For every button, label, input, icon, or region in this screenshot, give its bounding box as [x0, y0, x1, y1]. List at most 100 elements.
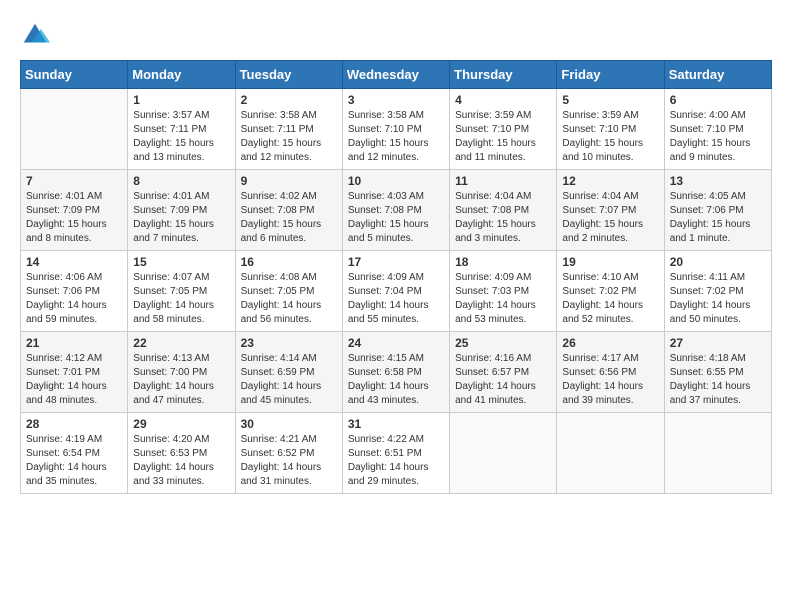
day-info: Sunrise: 4:01 AM Sunset: 7:09 PM Dayligh…: [133, 190, 229, 246]
calendar-cell: 4 Sunrise: 3:59 AM Sunset: 7:10 PM Daylig…: [450, 89, 557, 170]
calendar-cell: 21 Sunrise: 4:12 AM Sunset: 7:01 PM Dayli…: [21, 332, 128, 413]
day-number: 8: [133, 174, 229, 188]
calendar-cell: 27Sunrise: 4:18 AM Sunset: 6:55 PM Dayli…: [664, 332, 771, 413]
logo-icon: [20, 20, 50, 50]
calendar-cell: 29 Sunrise: 4:20 AM Sunset: 6:53 PM Dayli…: [128, 413, 235, 494]
calendar-cell: 19 Sunrise: 4:10 AM Sunset: 7:02 PM Dayli…: [557, 251, 664, 332]
day-number: 2: [241, 93, 337, 107]
day-info: Sunrise: 4:09 AM Sunset: 7:04 PM Dayligh…: [348, 271, 444, 327]
day-info: Sunrise: 4:21 AM Sunset: 6:52 PM Dayligh…: [241, 433, 337, 489]
day-info: Sunrise: 4:00 AM Sunset: 7:10 PM Dayligh…: [670, 109, 766, 165]
calendar-cell: [557, 413, 664, 494]
day-number: 5: [562, 93, 658, 107]
day-number: 11: [455, 174, 551, 188]
day-info: Sunrise: 4:11 AM Sunset: 7:02 PM Dayligh…: [670, 271, 766, 327]
calendar-cell: 12Sunrise: 4:04 AM Sunset: 7:07 PM Dayli…: [557, 170, 664, 251]
calendar-cell: 2 Sunrise: 3:58 AM Sunset: 7:11 PM Daylig…: [235, 89, 342, 170]
calendar-cell: 24 Sunrise: 4:15 AM Sunset: 6:58 PM Dayli…: [342, 332, 449, 413]
day-number: 26: [562, 336, 658, 350]
day-number: 9: [241, 174, 337, 188]
day-info: Sunrise: 4:16 AM Sunset: 6:57 PM Dayligh…: [455, 352, 551, 408]
day-number: 3: [348, 93, 444, 107]
day-info: Sunrise: 3:57 AM Sunset: 7:11 PM Dayligh…: [133, 109, 229, 165]
day-number: 31: [348, 417, 444, 431]
calendar-cell: 25Sunrise: 4:16 AM Sunset: 6:57 PM Dayli…: [450, 332, 557, 413]
day-info: Sunrise: 3:59 AM Sunset: 7:10 PM Dayligh…: [455, 109, 551, 165]
day-number: 4: [455, 93, 551, 107]
calendar-cell: 16 Sunrise: 4:08 AM Sunset: 7:05 PM Dayli…: [235, 251, 342, 332]
day-info: Sunrise: 4:17 AM Sunset: 6:56 PM Dayligh…: [562, 352, 658, 408]
day-info: Sunrise: 4:09 AM Sunset: 7:03 PM Dayligh…: [455, 271, 551, 327]
calendar-cell: 13 Sunrise: 4:05 AM Sunset: 7:06 PM Dayli…: [664, 170, 771, 251]
calendar-cell: 15 Sunrise: 4:07 AM Sunset: 7:05 PM Dayli…: [128, 251, 235, 332]
day-number: 14: [26, 255, 122, 269]
day-number: 10: [348, 174, 444, 188]
weekday-header-sunday: Sunday: [21, 61, 128, 89]
day-info: Sunrise: 4:03 AM Sunset: 7:08 PM Dayligh…: [348, 190, 444, 246]
calendar-cell: 23Sunrise: 4:14 AM Sunset: 6:59 PM Dayli…: [235, 332, 342, 413]
day-number: 15: [133, 255, 229, 269]
header: [20, 20, 772, 50]
calendar-cell: 28 Sunrise: 4:19 AM Sunset: 6:54 PM Dayli…: [21, 413, 128, 494]
calendar-week-row: 1 Sunrise: 3:57 AM Sunset: 7:11 PM Daylig…: [21, 89, 772, 170]
day-info: Sunrise: 4:18 AM Sunset: 6:55 PM Dayligh…: [670, 352, 766, 408]
day-info: Sunrise: 4:01 AM Sunset: 7:09 PM Dayligh…: [26, 190, 122, 246]
calendar-week-row: 14 Sunrise: 4:06 AM Sunset: 7:06 PM Dayli…: [21, 251, 772, 332]
weekday-header-friday: Friday: [557, 61, 664, 89]
calendar-cell: 1 Sunrise: 3:57 AM Sunset: 7:11 PM Daylig…: [128, 89, 235, 170]
day-number: 22: [133, 336, 229, 350]
calendar-cell: 18 Sunrise: 4:09 AM Sunset: 7:03 PM Dayli…: [450, 251, 557, 332]
day-number: 18: [455, 255, 551, 269]
day-number: 30: [241, 417, 337, 431]
logo: [20, 20, 54, 50]
day-info: Sunrise: 4:12 AM Sunset: 7:01 PM Dayligh…: [26, 352, 122, 408]
day-number: 13: [670, 174, 766, 188]
day-info: Sunrise: 3:58 AM Sunset: 7:11 PM Dayligh…: [241, 109, 337, 165]
day-info: Sunrise: 4:22 AM Sunset: 6:51 PM Dayligh…: [348, 433, 444, 489]
day-number: 29: [133, 417, 229, 431]
day-info: Sunrise: 4:08 AM Sunset: 7:05 PM Dayligh…: [241, 271, 337, 327]
day-number: 24: [348, 336, 444, 350]
calendar-cell: 20Sunrise: 4:11 AM Sunset: 7:02 PM Dayli…: [664, 251, 771, 332]
calendar-cell: [21, 89, 128, 170]
calendar-cell: 31 Sunrise: 4:22 AM Sunset: 6:51 PM Dayli…: [342, 413, 449, 494]
weekday-header-thursday: Thursday: [450, 61, 557, 89]
calendar-cell: 22 Sunrise: 4:13 AM Sunset: 7:00 PM Dayli…: [128, 332, 235, 413]
day-number: 19: [562, 255, 658, 269]
calendar-cell: 10 Sunrise: 4:03 AM Sunset: 7:08 PM Dayli…: [342, 170, 449, 251]
calendar-week-row: 28 Sunrise: 4:19 AM Sunset: 6:54 PM Dayli…: [21, 413, 772, 494]
day-number: 7: [26, 174, 122, 188]
day-info: Sunrise: 4:05 AM Sunset: 7:06 PM Dayligh…: [670, 190, 766, 246]
day-info: Sunrise: 4:06 AM Sunset: 7:06 PM Dayligh…: [26, 271, 122, 327]
calendar-cell: 17Sunrise: 4:09 AM Sunset: 7:04 PM Dayli…: [342, 251, 449, 332]
day-info: Sunrise: 4:10 AM Sunset: 7:02 PM Dayligh…: [562, 271, 658, 327]
calendar-cell: 3Sunrise: 3:58 AM Sunset: 7:10 PM Daylig…: [342, 89, 449, 170]
day-number: 28: [26, 417, 122, 431]
weekday-header-monday: Monday: [128, 61, 235, 89]
calendar-cell: 26 Sunrise: 4:17 AM Sunset: 6:56 PM Dayli…: [557, 332, 664, 413]
day-info: Sunrise: 4:15 AM Sunset: 6:58 PM Dayligh…: [348, 352, 444, 408]
weekday-header-tuesday: Tuesday: [235, 61, 342, 89]
day-info: Sunrise: 4:13 AM Sunset: 7:00 PM Dayligh…: [133, 352, 229, 408]
day-info: Sunrise: 4:02 AM Sunset: 7:08 PM Dayligh…: [241, 190, 337, 246]
day-info: Sunrise: 4:04 AM Sunset: 7:08 PM Dayligh…: [455, 190, 551, 246]
day-number: 16: [241, 255, 337, 269]
calendar-cell: 11 Sunrise: 4:04 AM Sunset: 7:08 PM Dayli…: [450, 170, 557, 251]
calendar-cell: 6Sunrise: 4:00 AM Sunset: 7:10 PM Daylig…: [664, 89, 771, 170]
day-info: Sunrise: 4:19 AM Sunset: 6:54 PM Dayligh…: [26, 433, 122, 489]
calendar-cell: [450, 413, 557, 494]
calendar-week-row: 21 Sunrise: 4:12 AM Sunset: 7:01 PM Dayli…: [21, 332, 772, 413]
calendar-cell: 7 Sunrise: 4:01 AM Sunset: 7:09 PM Daylig…: [21, 170, 128, 251]
weekday-header-row: SundayMondayTuesdayWednesdayThursdayFrid…: [21, 61, 772, 89]
day-number: 23: [241, 336, 337, 350]
day-info: Sunrise: 4:04 AM Sunset: 7:07 PM Dayligh…: [562, 190, 658, 246]
day-info: Sunrise: 4:07 AM Sunset: 7:05 PM Dayligh…: [133, 271, 229, 327]
day-info: Sunrise: 4:20 AM Sunset: 6:53 PM Dayligh…: [133, 433, 229, 489]
weekday-header-saturday: Saturday: [664, 61, 771, 89]
calendar-cell: [664, 413, 771, 494]
day-number: 21: [26, 336, 122, 350]
calendar-cell: 9 Sunrise: 4:02 AM Sunset: 7:08 PM Daylig…: [235, 170, 342, 251]
day-info: Sunrise: 3:59 AM Sunset: 7:10 PM Dayligh…: [562, 109, 658, 165]
calendar-cell: 5 Sunrise: 3:59 AM Sunset: 7:10 PM Daylig…: [557, 89, 664, 170]
day-number: 1: [133, 93, 229, 107]
